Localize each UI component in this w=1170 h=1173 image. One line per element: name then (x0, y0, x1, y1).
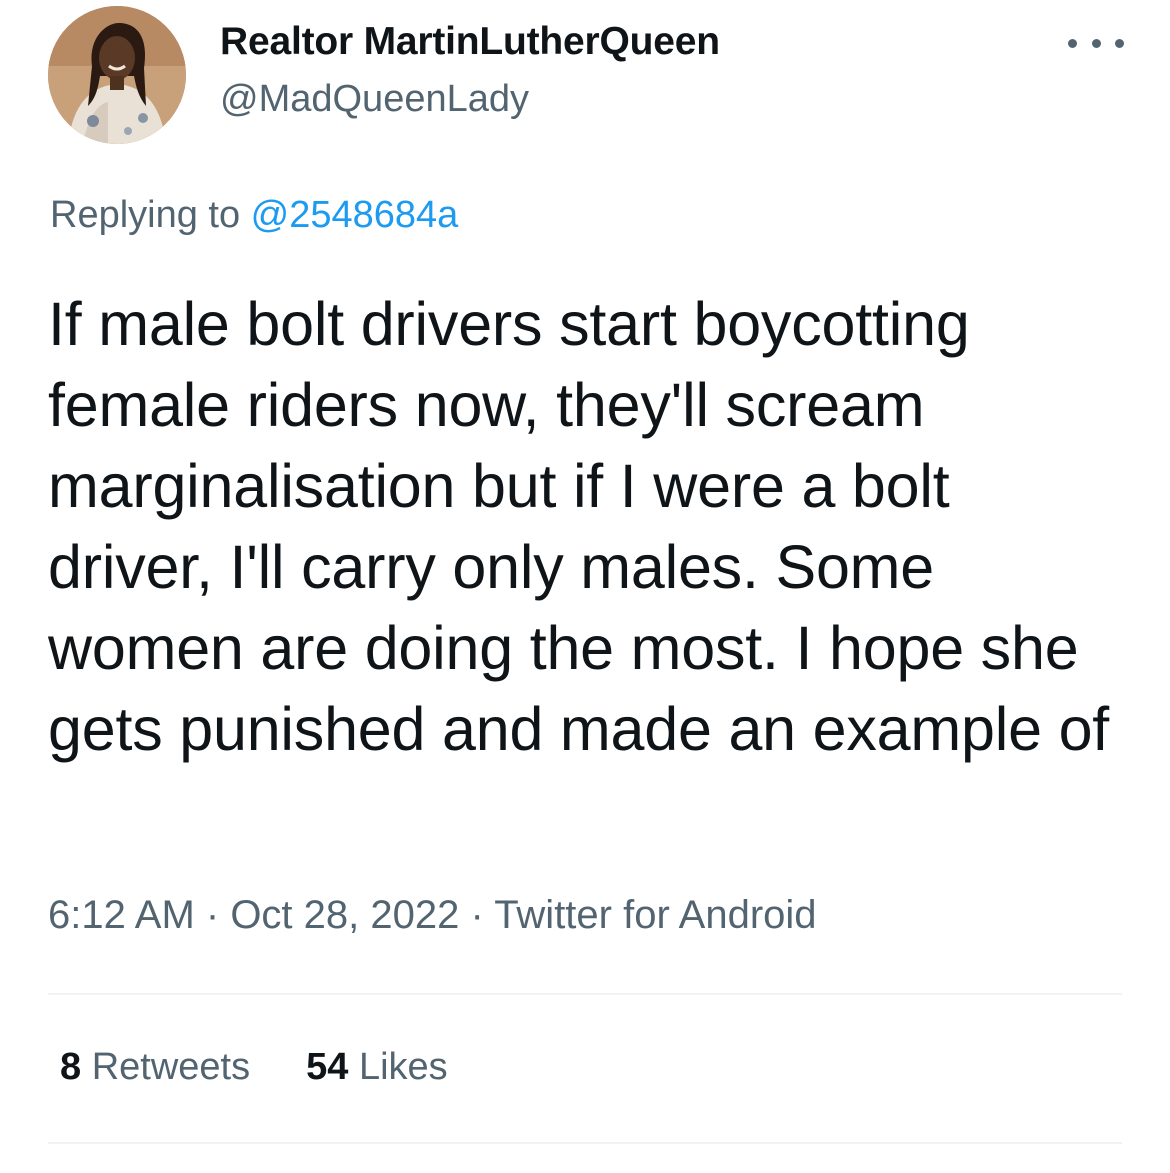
retweets-count: 8 (60, 1046, 82, 1088)
replying-to-line: Replying to @2548684a (50, 194, 458, 237)
retweets-label: Retweets (81, 1046, 251, 1088)
likes-count: 54 (306, 1046, 349, 1088)
tweet-card: Realtor MartinLutherQueen @MadQueenLady … (0, 0, 1170, 1173)
retweets-stat[interactable]: 8 Retweets (60, 1046, 250, 1089)
likes-stat[interactable]: 54 Likes (306, 1046, 448, 1089)
tweet-metadata: 6:12 AM · Oct 28, 2022 · Twitter for And… (48, 893, 817, 938)
more-dot (1068, 38, 1077, 48)
more-dot (1091, 38, 1101, 48)
replying-to-label: Replying to (50, 194, 251, 236)
reply-mention-link[interactable]: @2548684a (251, 194, 459, 236)
tweet-source[interactable]: Twitter for Android (494, 893, 816, 937)
author-display-name[interactable]: Realtor MartinLutherQueen (220, 20, 720, 64)
divider (48, 993, 1122, 995)
meta-separator: · (459, 893, 495, 937)
tweet-text: If male bolt drivers start boycotting fe… (48, 290, 1110, 763)
meta-separator: · (194, 893, 231, 937)
tweet-date[interactable]: Oct 28, 2022 (230, 893, 459, 937)
more-options-icon[interactable] (1068, 28, 1124, 58)
tweet-time[interactable]: 6:12 AM (48, 893, 195, 937)
profile-photo-icon (48, 6, 186, 144)
author-avatar[interactable] (48, 6, 186, 144)
divider (48, 1142, 1122, 1144)
author-handle[interactable]: @MadQueenLady (220, 78, 529, 121)
engagement-stats: 8 Retweets 54 Likes (60, 1046, 448, 1089)
likes-label: Likes (348, 1046, 448, 1088)
more-dot (1115, 38, 1124, 48)
